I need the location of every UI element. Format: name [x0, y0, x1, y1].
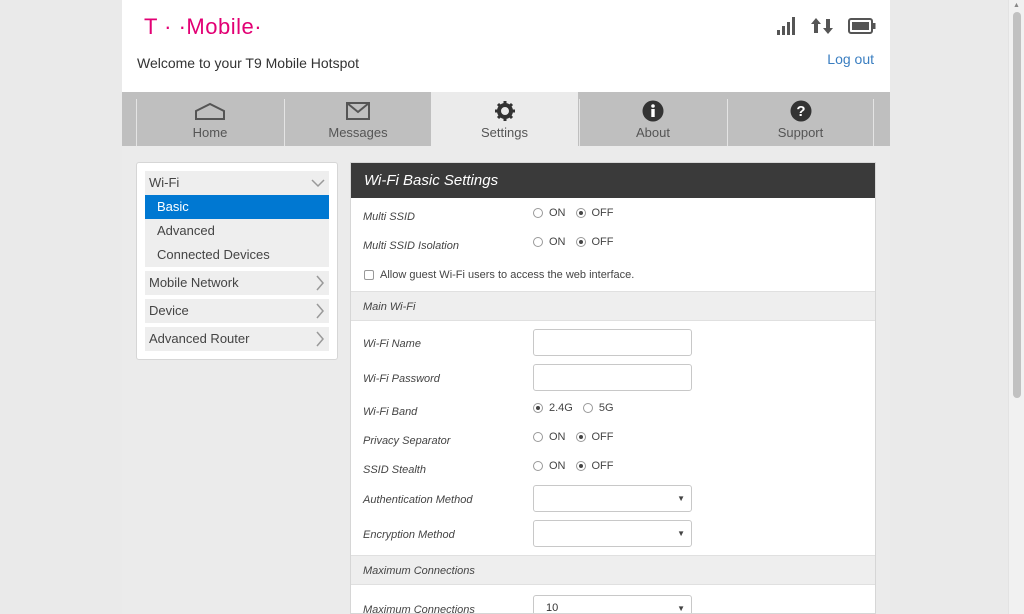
welcome-text: Welcome to your T9 Mobile Hotspot — [137, 55, 360, 71]
wifi-name-label: Wi-Fi Name — [363, 338, 421, 350]
tab-about[interactable]: About — [579, 99, 726, 146]
multi-ssid-isolation-off-radio[interactable]: OFF — [575, 236, 614, 248]
multi-ssid-off-radio[interactable]: OFF — [575, 207, 614, 219]
wifi-name-input[interactable] — [533, 329, 692, 356]
signal-icon — [776, 16, 796, 41]
sidebar-item-mobile-network[interactable]: Mobile Network — [145, 271, 329, 295]
wifi-password-input[interactable] — [533, 364, 692, 391]
info-icon — [580, 100, 726, 122]
scroll-up-icon[interactable]: ▲ — [1013, 2, 1020, 9]
sidebar-item-wifi[interactable]: Wi-Fi — [145, 171, 329, 195]
max-connections-row: Maximum Connections 10 ▼ — [351, 593, 875, 614]
privacy-separator-row: Privacy Separator ON OFF — [351, 427, 875, 456]
tab-support[interactable]: ? Support — [727, 99, 874, 146]
wifi-band-label: Wi-Fi Band — [363, 406, 418, 418]
auth-method-row: Authentication Method ▼ — [351, 483, 875, 518]
gear-icon — [431, 100, 578, 122]
main-wifi-section-header: Main Wi-Fi — [351, 291, 875, 321]
tab-messages[interactable]: Messages — [284, 99, 431, 146]
tab-about-label: About — [636, 125, 670, 140]
tab-support-label: Support — [777, 125, 824, 140]
envelope-icon — [285, 100, 431, 122]
wifi-password-label: Wi-Fi Password — [363, 373, 440, 385]
multi-ssid-on-radio[interactable]: ON — [533, 207, 566, 219]
tab-home[interactable]: Home — [136, 99, 283, 146]
multi-ssid-isolation-on-radio[interactable]: ON — [533, 236, 566, 248]
guest-access-label: Allow guest Wi-Fi users to access the we… — [380, 269, 635, 281]
sidebar-item-label: Wi-Fi — [149, 175, 180, 190]
ssid-stealth-row: SSID Stealth ON OFF — [351, 456, 875, 485]
encryption-method-select[interactable]: ▼ — [533, 520, 692, 547]
battery-icon — [848, 17, 876, 40]
wifi-password-row: Wi-Fi Password — [351, 362, 875, 397]
chevron-down-icon — [311, 171, 325, 195]
settings-sidebar: Wi-Fi Basic Advanced Connected Devices M… — [136, 162, 338, 360]
chevron-right-icon — [315, 271, 325, 295]
main-nav: Home Messages Settings About ? Support — [122, 92, 890, 146]
encryption-method-row: Encryption Method ▼ — [351, 518, 875, 553]
multi-ssid-isolation-row: Multi SSID Isolation ON OFF — [351, 232, 875, 261]
chevron-right-icon — [315, 327, 325, 351]
sidebar-item-connected-devices[interactable]: Connected Devices — [145, 243, 329, 267]
multi-ssid-label: Multi SSID — [363, 211, 415, 223]
caret-down-icon: ▼ — [677, 494, 685, 503]
sidebar-item-label: Device — [149, 303, 189, 318]
multi-ssid-isolation-label: Multi SSID Isolation — [363, 240, 459, 252]
auth-method-label: Authentication Method — [363, 494, 473, 506]
caret-down-icon: ▼ — [677, 529, 685, 538]
sidebar-item-advanced-router[interactable]: Advanced Router — [145, 327, 329, 351]
wifi-name-row: Wi-Fi Name — [351, 327, 875, 362]
question-icon: ? — [728, 100, 873, 122]
auth-method-select[interactable]: ▼ — [533, 485, 692, 512]
encryption-method-label: Encryption Method — [363, 529, 455, 541]
page: T · ·Mobile· Welcome to your T9 Mobile H… — [122, 0, 890, 614]
wifi-band-row: Wi-Fi Band 2.4G 5G — [351, 398, 875, 427]
wifi-basic-settings-panel: Wi-Fi Basic Settings Multi SSID ON OFF M… — [350, 162, 876, 614]
status-icons — [776, 16, 876, 41]
privacy-separator-label: Privacy Separator — [363, 435, 451, 447]
data-transfer-icon — [810, 17, 834, 40]
max-connections-label: Maximum Connections — [363, 604, 475, 614]
tab-home-label: Home — [192, 125, 228, 140]
page-scrollbar[interactable]: ▲ — [1008, 0, 1024, 614]
tab-settings-label: Settings — [481, 125, 528, 140]
sidebar-item-advanced[interactable]: Advanced — [145, 219, 329, 243]
header: T · ·Mobile· Welcome to your T9 Mobile H… — [122, 0, 890, 92]
ssid-stealth-on-radio[interactable]: ON — [533, 460, 566, 472]
wifi-band-24g-radio[interactable]: 2.4G — [533, 402, 573, 414]
guest-access-checkbox[interactable] — [364, 270, 374, 280]
sidebar-item-label: Mobile Network — [149, 275, 239, 290]
guest-access-row: Allow guest Wi-Fi users to access the we… — [351, 261, 875, 290]
max-connections-select[interactable]: 10 ▼ — [533, 595, 692, 613]
sidebar-item-device[interactable]: Device — [145, 299, 329, 323]
svg-text:?: ? — [796, 103, 805, 120]
wifi-band-5g-radio[interactable]: 5G — [582, 402, 614, 414]
max-connections-section-header: Maximum Connections — [351, 555, 875, 585]
tab-messages-label: Messages — [328, 125, 388, 140]
ssid-stealth-off-radio[interactable]: OFF — [575, 460, 614, 472]
sidebar-item-basic[interactable]: Basic — [145, 195, 329, 219]
privacy-separator-on-radio[interactable]: ON — [533, 431, 566, 443]
tmobile-logo[interactable]: T · ·Mobile· — [144, 14, 262, 40]
multi-ssid-row: Multi SSID ON OFF — [351, 203, 875, 232]
chevron-right-icon — [315, 299, 325, 323]
content-area: Wi-Fi Basic Advanced Connected Devices M… — [122, 146, 890, 614]
home-icon — [137, 100, 283, 122]
privacy-separator-off-radio[interactable]: OFF — [575, 431, 614, 443]
panel-title: Wi-Fi Basic Settings — [351, 163, 875, 198]
logout-link[interactable]: Log out — [827, 51, 874, 67]
caret-down-icon: ▼ — [677, 604, 685, 613]
sidebar-item-label: Advanced Router — [149, 331, 250, 346]
scrollbar-thumb[interactable] — [1013, 12, 1021, 398]
ssid-stealth-label: SSID Stealth — [363, 464, 426, 476]
tab-settings[interactable]: Settings — [431, 92, 578, 146]
